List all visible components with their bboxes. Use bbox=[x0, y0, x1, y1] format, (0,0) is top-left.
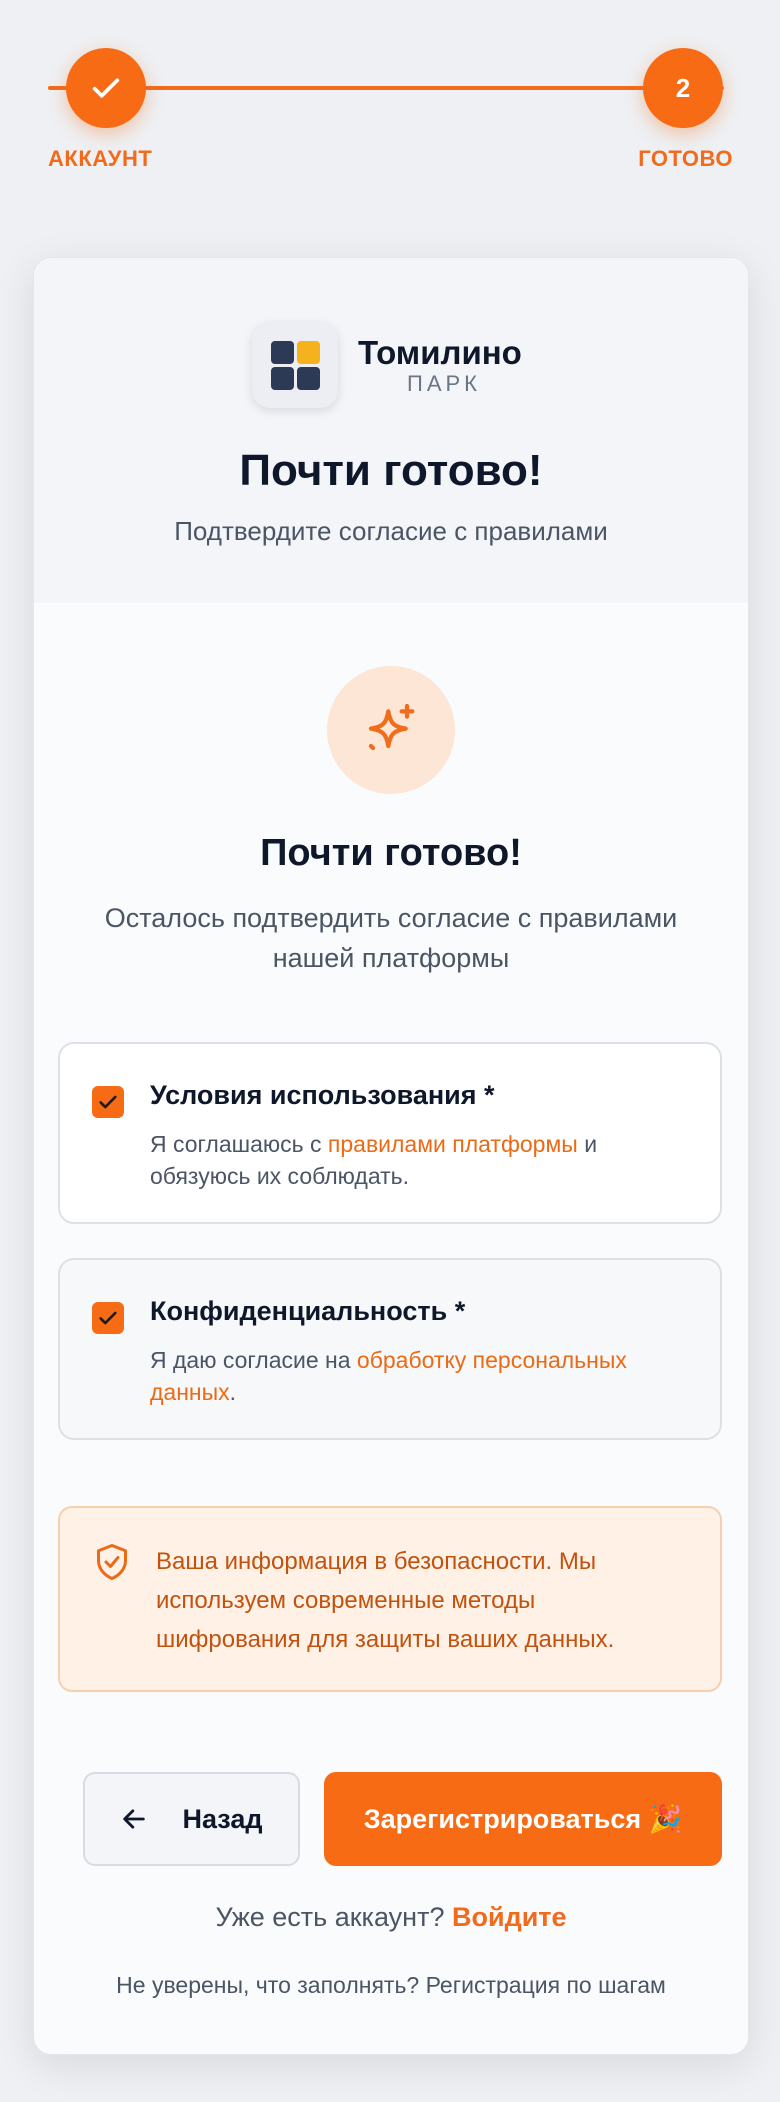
privacy-text: Я даю согласие на обработку персональных… bbox=[150, 1347, 627, 1405]
security-text: Ваша информация в безопасности. Мы испол… bbox=[156, 1548, 615, 1653]
sparkles-icon bbox=[368, 703, 415, 751]
main-title: Почти готово! bbox=[260, 832, 522, 874]
step-1-label: АККАУНТ bbox=[48, 146, 153, 171]
check-icon bbox=[99, 1311, 117, 1325]
platform-rules-link[interactable]: правилами платформы bbox=[328, 1131, 578, 1157]
header-title: Почти готово! bbox=[239, 446, 543, 495]
check-icon bbox=[92, 78, 120, 98]
step-1-indicator bbox=[66, 48, 146, 128]
login-prompt: Уже есть аккаунт? Войдите bbox=[215, 1902, 567, 1932]
progress-stepper: 2 АККАУНТ ГОТОВО bbox=[0, 0, 780, 200]
registration-card: Томилино ПАРК Почти готово! Подтвердите … bbox=[33, 257, 749, 2055]
card-header: Томилино ПАРК Почти готово! Подтвердите … bbox=[34, 258, 748, 603]
privacy-checkbox[interactable] bbox=[92, 1302, 124, 1334]
terms-text: Я соглашаюсь с правилами платформы и обя… bbox=[150, 1131, 598, 1189]
step-2-indicator: 2 bbox=[643, 48, 723, 128]
stepper-line bbox=[48, 86, 724, 90]
terms-title: Условия использования * bbox=[150, 1080, 495, 1110]
terms-checkbox[interactable] bbox=[92, 1086, 124, 1118]
privacy-consent-card[interactable]: Конфиденциальность * Я даю согласие на о… bbox=[58, 1258, 722, 1440]
check-icon bbox=[99, 1095, 117, 1109]
privacy-title: Конфиденциальность * bbox=[150, 1296, 466, 1326]
logo-icon bbox=[252, 322, 338, 408]
step-2-label: ГОТОВО bbox=[638, 146, 733, 171]
back-button[interactable]: Назад bbox=[83, 1772, 300, 1866]
back-button-label: Назад bbox=[182, 1803, 263, 1834]
stepwise-registration-link[interactable]: Не уверены, что заполнять? Регистрация п… bbox=[34, 1972, 748, 1999]
brand-subtitle: ПАРК bbox=[407, 371, 481, 396]
login-link[interactable]: Войдите bbox=[452, 1902, 567, 1932]
brand-name: Томилино bbox=[358, 334, 522, 371]
arrow-left-icon bbox=[123, 1809, 146, 1829]
sparkles-badge bbox=[327, 666, 455, 794]
header-subtitle: Подтвердите согласие с правилами bbox=[174, 516, 608, 546]
register-button[interactable]: Зарегистрироваться 🎉 bbox=[324, 1772, 722, 1866]
security-notice: Ваша информация в безопасности. Мы испол… bbox=[58, 1506, 722, 1692]
main-subtitle: Осталось подтвердить согласие с правилам… bbox=[104, 903, 678, 973]
shield-check-icon bbox=[97, 1544, 127, 1580]
register-button-label: Зарегистрироваться 🎉 bbox=[363, 1804, 683, 1834]
terms-consent-card[interactable]: Условия использования * Я соглашаюсь с п… bbox=[58, 1042, 722, 1224]
step-2-number: 2 bbox=[675, 72, 691, 103]
